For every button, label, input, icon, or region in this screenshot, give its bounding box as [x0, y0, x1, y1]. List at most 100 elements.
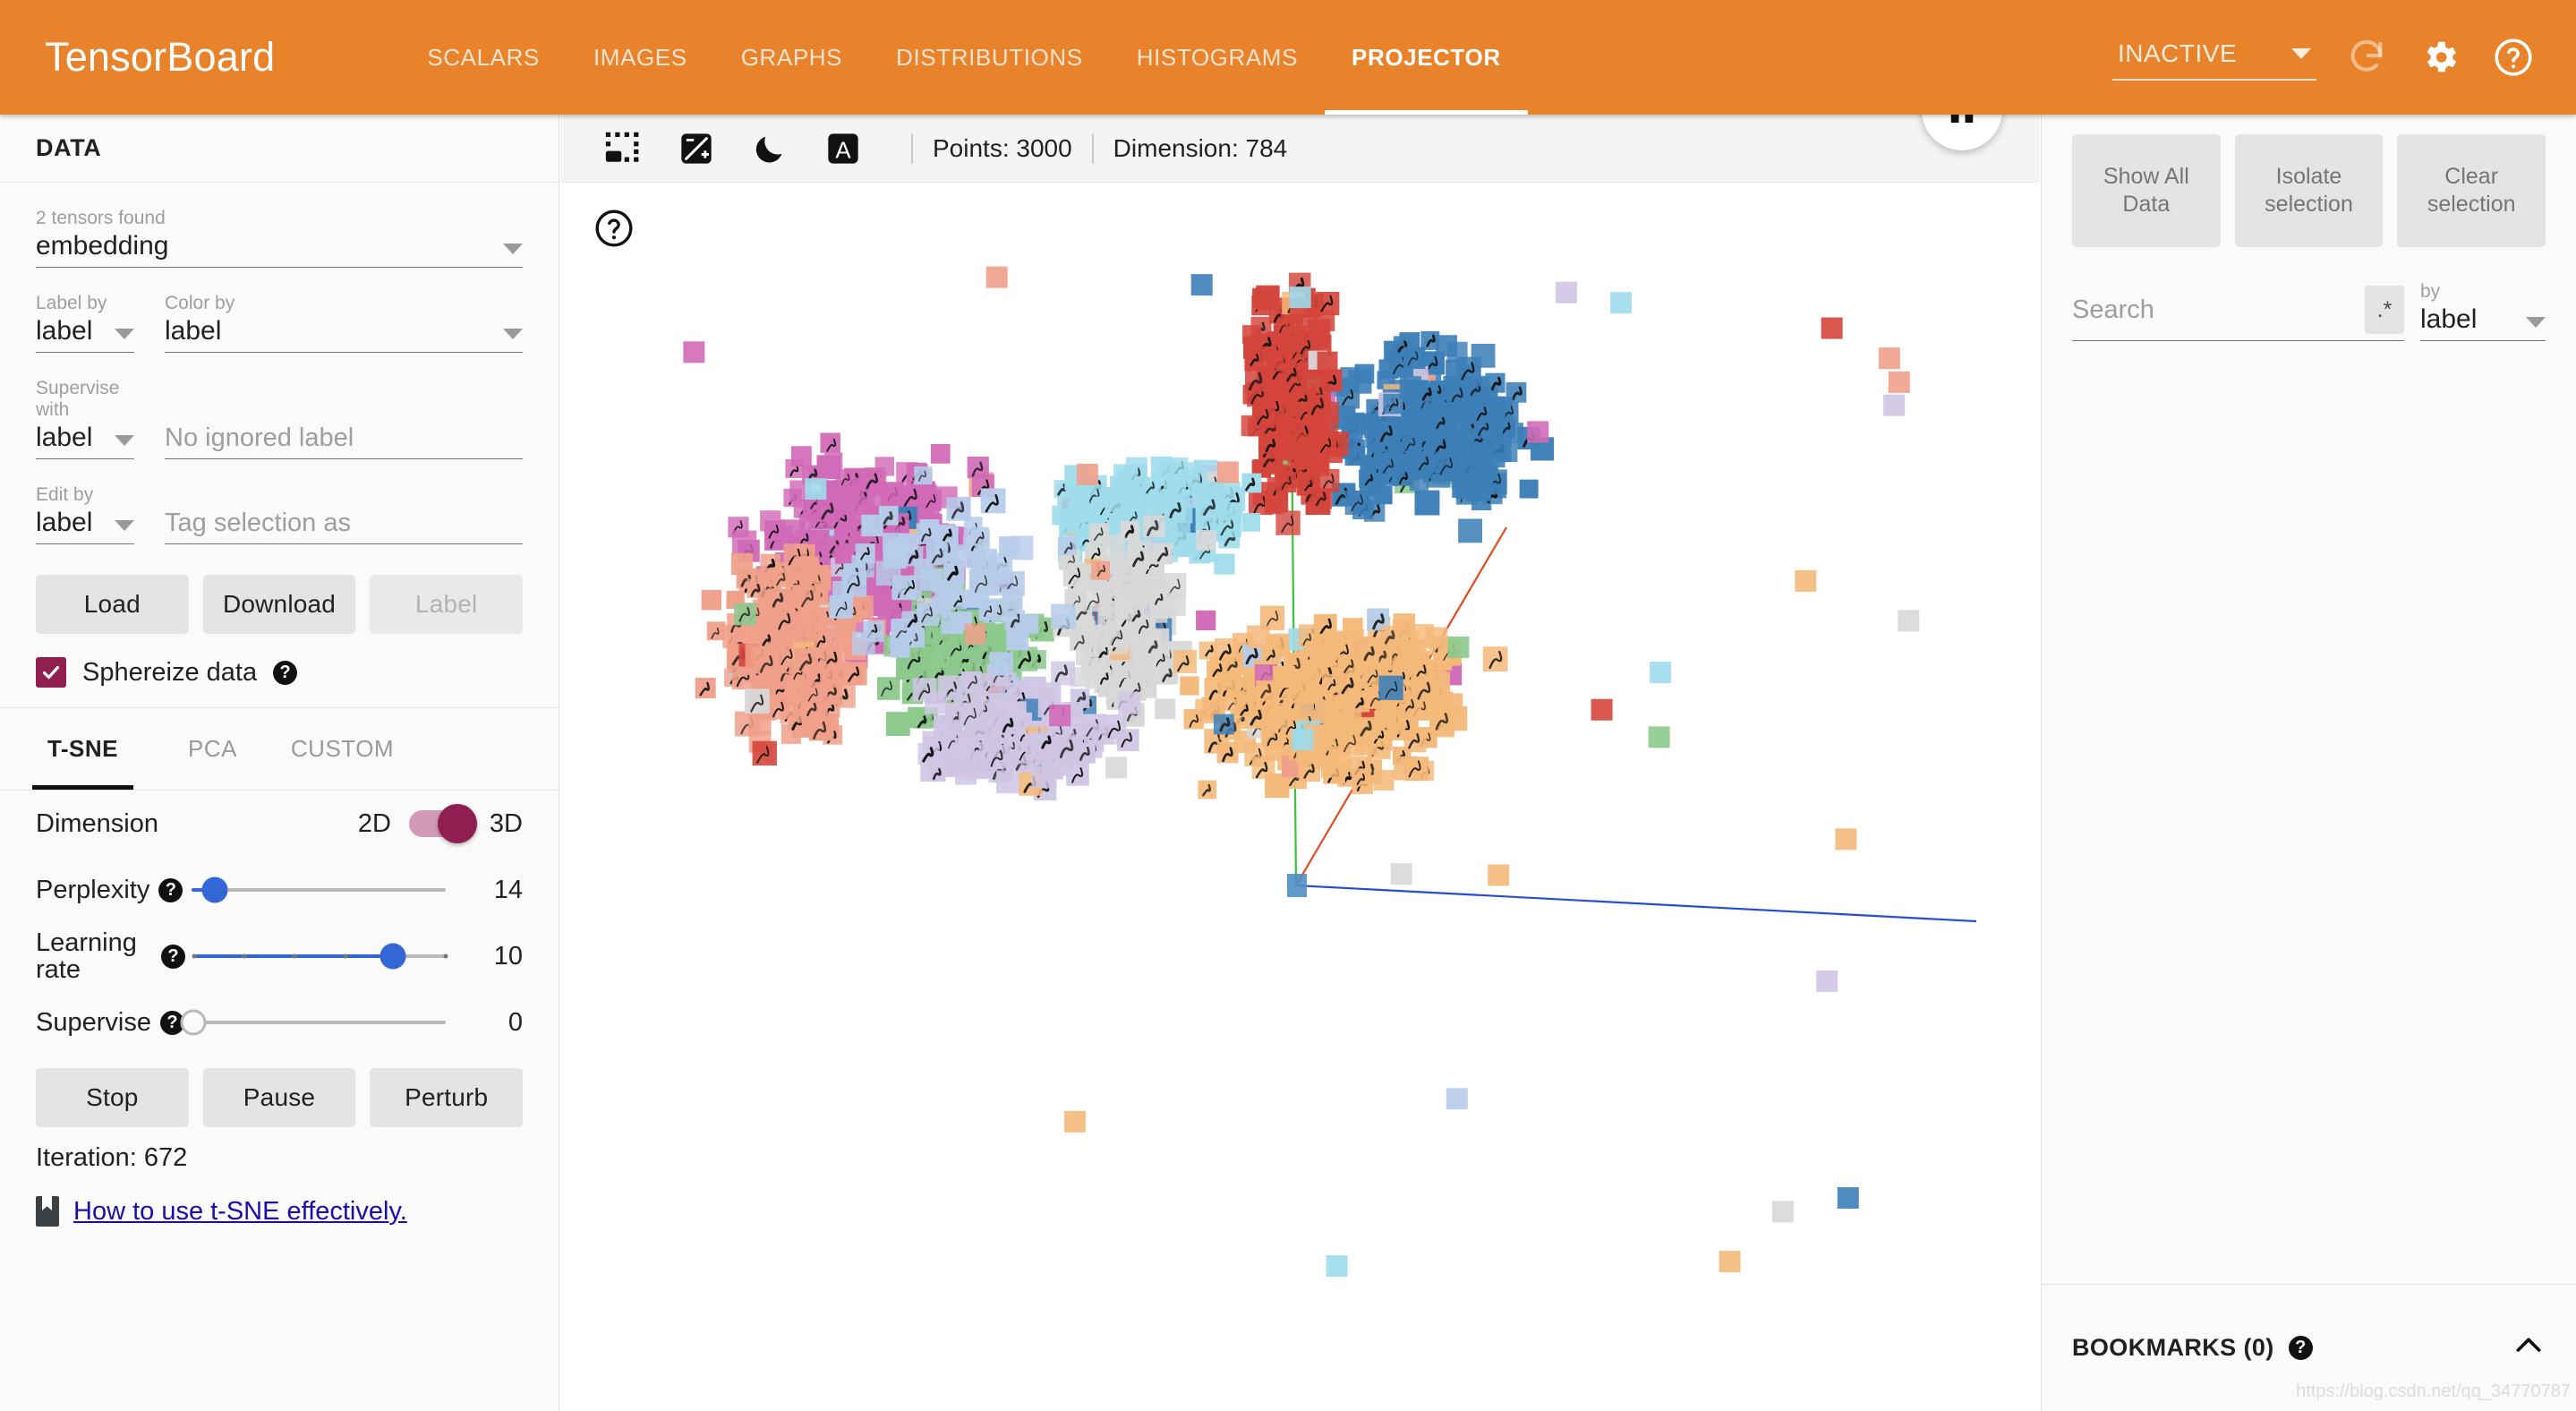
outlier-point[interactable] [1527, 421, 1549, 443]
data-point[interactable] [1412, 676, 1437, 701]
data-point[interactable] [1173, 649, 1197, 673]
data-point[interactable] [969, 526, 989, 546]
outlier-point[interactable] [1216, 461, 1239, 483]
run-status-dropdown[interactable]: INACTIVE [2112, 34, 2316, 81]
tag-selection-input[interactable]: Tag selection as [165, 509, 523, 544]
tensor-dropdown[interactable]: embedding [36, 231, 523, 268]
learning-rate-help-icon[interactable]: ? [161, 944, 185, 969]
data-point[interactable] [1051, 603, 1076, 629]
projection-tab-t-sne[interactable]: T-SNE [18, 708, 148, 790]
outlier-point[interactable] [1289, 286, 1311, 309]
outlier-point[interactable] [1816, 970, 1838, 992]
outlier-point[interactable] [1064, 1110, 1087, 1133]
data-point[interactable] [932, 595, 951, 615]
outlier-point[interactable] [1878, 347, 1900, 370]
data-point[interactable] [1058, 536, 1077, 556]
data-point[interactable] [1112, 569, 1136, 593]
brightness-contrast-icon[interactable] [671, 124, 721, 174]
data-point[interactable] [1019, 614, 1039, 634]
data-point[interactable] [1399, 376, 1422, 398]
label-button[interactable]: Label [370, 575, 524, 634]
data-point[interactable] [1322, 673, 1341, 692]
data-point[interactable] [1183, 709, 1204, 730]
data-point[interactable] [1374, 486, 1393, 505]
data-point[interactable] [935, 719, 957, 740]
data-point[interactable] [861, 514, 883, 537]
pause-button[interactable]: Pause [202, 1068, 356, 1127]
data-point[interactable] [958, 702, 984, 728]
data-point[interactable] [1317, 351, 1338, 372]
data-point[interactable] [1471, 446, 1495, 471]
data-point[interactable] [1359, 469, 1378, 488]
data-point[interactable] [1070, 629, 1092, 651]
data-point[interactable] [912, 678, 937, 702]
data-point[interactable] [1062, 562, 1088, 587]
data-point[interactable] [1163, 475, 1187, 498]
data-point[interactable] [755, 649, 780, 674]
data-point[interactable] [1446, 381, 1471, 406]
nav-tab-images[interactable]: IMAGES [567, 0, 714, 115]
nav-tab-scalars[interactable]: SCALARS [400, 0, 567, 115]
data-point[interactable] [794, 556, 819, 581]
data-point[interactable] [1458, 518, 1482, 543]
dimension-2d-label[interactable]: 2D [358, 809, 391, 839]
data-point[interactable] [948, 590, 968, 610]
learning-rate-slider[interactable] [192, 943, 448, 970]
outlier-point[interactable] [1898, 610, 1920, 632]
help-circle-icon[interactable] [593, 207, 635, 250]
scatter-plot-canvas[interactable] [560, 184, 2040, 1411]
sphereize-checkbox[interactable] [36, 657, 66, 688]
outlier-point[interactable] [1610, 292, 1633, 314]
data-point[interactable] [1067, 509, 1087, 530]
data-point[interactable] [1401, 411, 1425, 435]
tsne-help-link[interactable]: How to use t-SNE effectively. [73, 1197, 407, 1227]
data-point[interactable] [989, 652, 1013, 676]
ignored-label-input[interactable]: No ignored label [165, 423, 523, 459]
data-point[interactable] [1196, 610, 1216, 631]
data-point[interactable] [928, 647, 951, 671]
data-point[interactable] [820, 663, 844, 688]
clear-selection-button[interactable]: Clear selection [2397, 134, 2546, 247]
data-point[interactable] [804, 609, 826, 632]
dimension-toggle[interactable] [408, 804, 477, 843]
outlier-point[interactable] [1390, 863, 1412, 885]
data-point[interactable] [764, 520, 786, 542]
data-point[interactable] [925, 543, 949, 566]
dimension-3d-label[interactable]: 3D [490, 809, 523, 839]
data-point[interactable] [1264, 495, 1284, 515]
data-point[interactable] [948, 757, 967, 776]
data-point[interactable] [999, 536, 1020, 558]
data-point[interactable] [1216, 741, 1239, 764]
outlier-point[interactable] [1105, 757, 1128, 779]
outlier-point[interactable] [1888, 371, 1910, 393]
data-point[interactable] [1386, 709, 1406, 730]
outlier-point[interactable] [1447, 636, 1470, 658]
data-point[interactable] [1273, 665, 1295, 688]
outlier-point[interactable] [1795, 569, 1817, 592]
data-point[interactable] [1002, 588, 1023, 610]
data-point[interactable] [731, 530, 757, 555]
data-point[interactable] [1082, 586, 1108, 612]
data-point[interactable] [1414, 490, 1440, 516]
show-all-data-button[interactable]: Show All Data [2072, 134, 2221, 247]
sphereize-help-icon[interactable]: ? [273, 660, 298, 685]
outlier-point[interactable] [1837, 1187, 1859, 1210]
data-point[interactable] [790, 446, 812, 467]
data-point[interactable] [811, 629, 831, 649]
data-point[interactable] [820, 432, 840, 453]
outlier-point[interactable] [683, 341, 705, 363]
color-by-dropdown[interactable]: label [165, 316, 523, 353]
data-point[interactable] [937, 524, 957, 543]
outlier-point[interactable] [805, 478, 827, 500]
data-point[interactable] [1215, 638, 1238, 662]
learning-rate-slider-knob[interactable] [380, 943, 406, 970]
outlier-point[interactable] [1435, 335, 1457, 357]
data-point[interactable] [1294, 440, 1317, 463]
data-point[interactable] [1101, 714, 1127, 740]
projection-tab-custom[interactable]: CUSTOM [277, 708, 407, 790]
outlier-point[interactable] [1835, 828, 1857, 851]
search-input[interactable]: Search .* [2072, 286, 2404, 341]
perturb-button[interactable]: Perturb [370, 1068, 524, 1127]
data-point[interactable] [1401, 432, 1422, 453]
load-button[interactable]: Load [36, 575, 189, 634]
